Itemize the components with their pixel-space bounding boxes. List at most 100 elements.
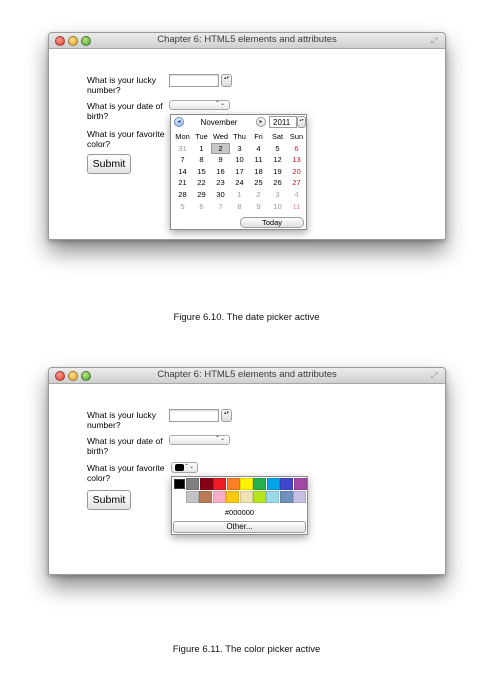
color-swatch[interactable] [213, 478, 227, 490]
lucky-number-input[interactable] [169, 409, 219, 422]
calendar-day[interactable]: 1 [192, 143, 211, 155]
color-swatch[interactable] [293, 478, 307, 490]
color-swatch-row-1 [173, 478, 307, 490]
calendar-week-row: 31 1 2 3 4 5 6 [173, 142, 306, 155]
calendar-day[interactable]: 3 [268, 189, 287, 201]
color-swatch[interactable] [293, 491, 307, 503]
calendar-day[interactable]: 25 [249, 177, 268, 189]
color-swatch[interactable] [226, 478, 240, 490]
calendar-day[interactable]: 5 [173, 201, 192, 213]
date-of-birth-label: What is your date of birth? [87, 101, 163, 121]
calendar-day[interactable]: 4 [249, 143, 268, 155]
date-picker-popup: ◂ November ▸ 2011 ▴▾ Mon Tue Wed Thu Fri Sat S… [170, 114, 307, 230]
fullscreen-icon[interactable]: ⤢ [431, 36, 440, 45]
color-swatch[interactable] [186, 491, 199, 503]
date-dropdown-icon: ⌃⌄ [214, 101, 225, 107]
color-dropdown-icon: ⌃⌄ [183, 464, 194, 470]
calendar-day[interactable]: 29 [192, 189, 211, 201]
calendar-day[interactable]: 5 [268, 143, 287, 155]
calendar-day[interactable]: 11 [249, 154, 268, 166]
weekday-header: Wed [212, 132, 229, 141]
calendar-day[interactable]: 16 [211, 166, 230, 178]
fullscreen-icon[interactable]: ⤢ [431, 371, 440, 380]
calendar-day[interactable]: 26 [268, 177, 287, 189]
calendar-week-row: 7 8 9 10 11 12 13 [173, 154, 306, 166]
weekday-header: Mon [175, 132, 190, 141]
calendar-day[interactable]: 7 [173, 154, 192, 166]
calendar-day[interactable]: 10 [268, 201, 287, 213]
lucky-number-label: What is your lucky number? [87, 410, 156, 430]
previous-month-icon[interactable]: ◂ [174, 117, 184, 127]
year-stepper-icon[interactable]: ▴▾ [297, 116, 306, 128]
calendar-day[interactable]: 19 [268, 166, 287, 178]
color-swatch[interactable] [266, 491, 280, 503]
date-of-birth-input[interactable]: ⌃⌄ [169, 435, 230, 445]
calendar-day[interactable]: 2 [249, 189, 268, 201]
calendar-day[interactable]: 8 [230, 201, 249, 213]
calendar-day[interactable]: 9 [211, 154, 230, 166]
color-picker-popup: #000000 Other... [171, 476, 308, 535]
calendar-day[interactable]: 24 [230, 177, 249, 189]
calendar-day[interactable]: 30 [211, 189, 230, 201]
color-swatch[interactable] [239, 478, 253, 490]
calendar-day[interactable]: 2 [211, 142, 230, 155]
calendar-day[interactable]: 31 [173, 143, 192, 155]
today-button[interactable]: Today [240, 217, 304, 228]
calendar-day[interactable]: 13 [287, 154, 306, 166]
lucky-number-stepper-icon[interactable]: ▴▾ [221, 409, 232, 422]
color-swatch[interactable] [226, 491, 240, 503]
calendar-day[interactable]: 7 [211, 201, 230, 213]
calendar-day[interactable]: 12 [268, 154, 287, 166]
date-dropdown-icon: ⌃⌄ [214, 436, 225, 442]
color-swatch[interactable] [199, 491, 213, 503]
calendar-day[interactable]: 28 [173, 189, 192, 201]
calendar-day[interactable]: 9 [249, 201, 268, 213]
title-bar: Chapter 6: HTML5 elements and attributes… [49, 33, 445, 49]
calendar-day[interactable]: 11 [287, 201, 306, 213]
calendar-day[interactable]: 18 [249, 166, 268, 178]
color-swatch[interactable] [266, 478, 280, 490]
submit-button[interactable]: Submit [87, 154, 131, 174]
other-color-button[interactable]: Other... [173, 521, 306, 533]
figure-caption-1: Figure 6.10. The date picker active [173, 312, 320, 323]
lucky-number-label: What is your lucky number? [87, 75, 156, 95]
color-swatch[interactable] [173, 478, 186, 490]
date-of-birth-label: What is your date of birth? [87, 436, 163, 456]
calendar-day[interactable]: 14 [173, 166, 192, 178]
color-swatch-row-2 [186, 491, 307, 503]
calendar-day[interactable]: 15 [192, 166, 211, 178]
calendar-day[interactable]: 20 [287, 166, 306, 178]
date-of-birth-input[interactable]: ⌃⌄ [169, 100, 230, 110]
lucky-number-stepper-icon[interactable]: ▴▾ [221, 74, 232, 87]
lucky-number-input[interactable] [169, 74, 219, 87]
title-bar: Chapter 6: HTML5 elements and attributes… [49, 368, 445, 384]
calendar-day[interactable]: 23 [211, 177, 230, 189]
color-swatch[interactable] [199, 478, 213, 490]
calendar-day[interactable]: 6 [287, 143, 306, 155]
calendar-day[interactable]: 27 [287, 177, 306, 189]
calendar-day[interactable]: 3 [230, 143, 249, 155]
color-swatch[interactable] [252, 491, 266, 503]
color-swatch[interactable] [280, 478, 294, 490]
color-swatch[interactable] [239, 491, 253, 503]
color-swatch[interactable] [253, 478, 267, 490]
window-title: Chapter 6: HTML5 elements and attributes [157, 34, 337, 45]
calendar-day[interactable]: 17 [230, 166, 249, 178]
calendar-day[interactable]: 10 [230, 154, 249, 166]
favorite-color-input[interactable]: ⌃⌄ [171, 462, 198, 473]
color-swatch[interactable] [279, 491, 293, 503]
year-input[interactable]: 2011 [269, 116, 297, 128]
color-swatch[interactable] [186, 478, 200, 490]
calendar-day[interactable]: 22 [192, 177, 211, 189]
browser-window-color-picker: Chapter 6: HTML5 elements and attributes… [48, 367, 446, 575]
calendar-day[interactable]: 4 [287, 189, 306, 201]
next-month-icon[interactable]: ▸ [256, 117, 266, 127]
submit-button[interactable]: Submit [87, 490, 131, 510]
calendar-day[interactable]: 21 [173, 177, 192, 189]
calendar-week-row: 21 22 23 24 25 26 27 [173, 177, 306, 189]
calendar-day[interactable]: 1 [230, 189, 249, 201]
calendar-day[interactable]: 8 [192, 154, 211, 166]
window-title: Chapter 6: HTML5 elements and attributes [157, 369, 337, 380]
calendar-day[interactable]: 6 [192, 201, 211, 213]
color-swatch[interactable] [212, 491, 226, 503]
